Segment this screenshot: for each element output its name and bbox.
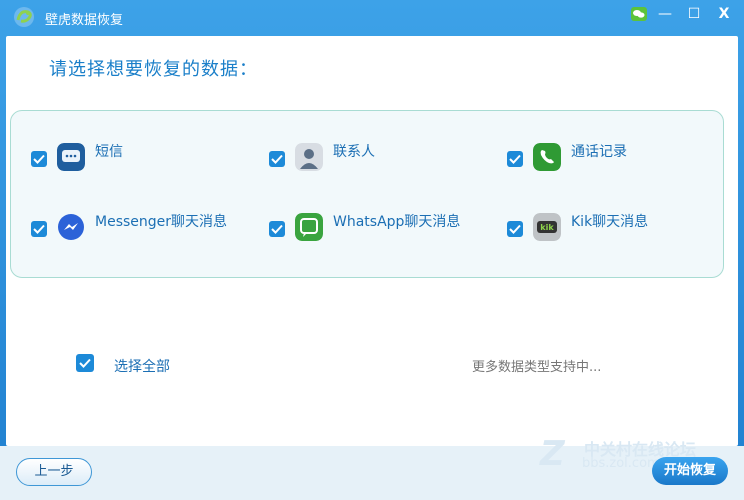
select-all-checkbox[interactable] bbox=[76, 354, 94, 372]
kik-label: Kik聊天消息 bbox=[571, 214, 649, 230]
kik-icon: kik bbox=[533, 213, 561, 241]
close-button[interactable]: X bbox=[711, 4, 737, 24]
sms-label: 短信 bbox=[95, 144, 123, 160]
previous-step-button[interactable]: 上一步 bbox=[16, 458, 92, 486]
contacts-label: 联系人 bbox=[333, 144, 375, 160]
wechat-icon[interactable] bbox=[626, 4, 652, 24]
window-title: 壁虎数据恢复 bbox=[45, 13, 124, 28]
app-window: 壁虎数据恢复 — ☐ X 请选择想要恢复的数据： 短信 联系人 通话记录 Mes… bbox=[0, 0, 744, 500]
sms-checkbox[interactable] bbox=[31, 151, 47, 167]
whatsapp-checkbox[interactable] bbox=[269, 221, 285, 237]
maximize-button[interactable]: ☐ bbox=[681, 4, 707, 24]
more-types-text: 更多数据类型支持中... bbox=[472, 360, 602, 375]
contacts-checkbox[interactable] bbox=[269, 151, 285, 167]
call-log-checkbox[interactable] bbox=[507, 151, 523, 167]
app-logo-icon bbox=[14, 7, 34, 27]
call-log-label: 通话记录 bbox=[571, 144, 627, 160]
sms-icon bbox=[57, 143, 85, 171]
title-bar: 壁虎数据恢复 — ☐ X bbox=[0, 0, 744, 34]
page-heading: 请选择想要恢复的数据： bbox=[49, 59, 258, 80]
contacts-icon bbox=[295, 143, 323, 171]
svg-text:kik: kik bbox=[540, 223, 554, 232]
start-recovery-button[interactable]: 开始恢复 bbox=[652, 457, 728, 485]
messenger-icon bbox=[58, 214, 84, 240]
messenger-checkbox[interactable] bbox=[31, 221, 47, 237]
watermark-logo-icon: Z bbox=[540, 434, 565, 474]
whatsapp-label: WhatsApp聊天消息 bbox=[333, 214, 461, 230]
messenger-label: Messenger聊天消息 bbox=[95, 214, 228, 230]
minimize-button[interactable]: — bbox=[652, 4, 678, 24]
phone-icon bbox=[533, 143, 561, 171]
whatsapp-icon bbox=[295, 213, 323, 241]
data-type-panel: 短信 联系人 通话记录 Messenger聊天消息 WhatsApp聊天消息 k… bbox=[10, 110, 724, 278]
kik-checkbox[interactable] bbox=[507, 221, 523, 237]
select-all-label[interactable]: 选择全部 bbox=[114, 356, 170, 376]
